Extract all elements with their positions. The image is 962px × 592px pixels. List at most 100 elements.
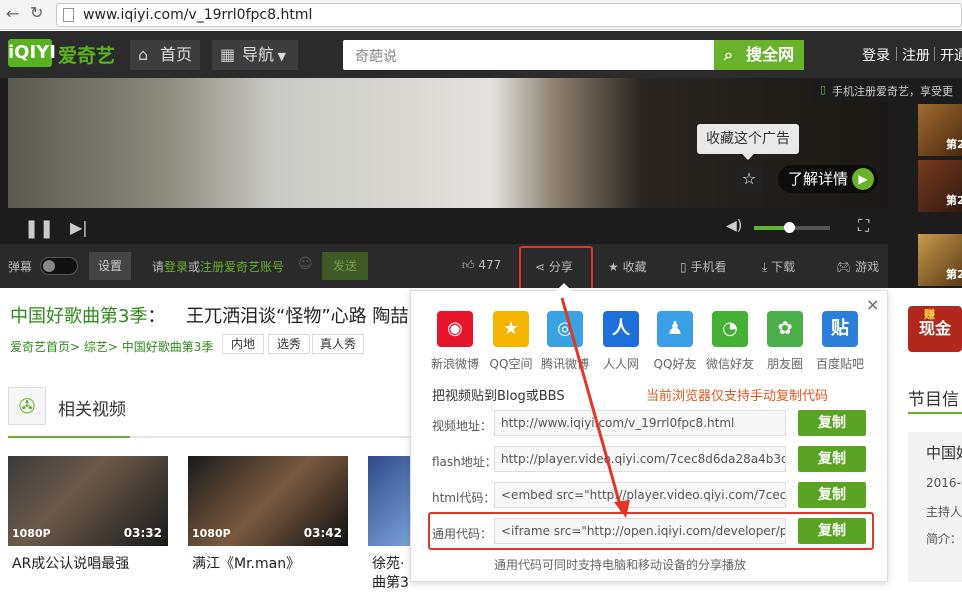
popup-pointer xyxy=(556,283,572,291)
show-title-link[interactable]: 中国好歌曲第3季： xyxy=(10,302,165,328)
learn-more-button[interactable]: 了解详情 ▶ xyxy=(778,165,878,193)
emoji-icon[interactable]: ☺ xyxy=(298,256,313,272)
tag-mainland[interactable]: 内地 xyxy=(222,334,264,354)
episode-thumb[interactable]: 第2 xyxy=(918,104,962,156)
promo-text: 手机注册爱奇艺，享受更 xyxy=(832,85,953,98)
download-label: 下载 xyxy=(771,260,796,274)
episode-thumb-label: 第2 xyxy=(946,194,962,207)
chevron-down-icon: ▼ xyxy=(274,50,286,63)
field-label-html-code: html代码： xyxy=(432,491,496,505)
share-label-renren[interactable]: 人人网 xyxy=(591,355,651,372)
danmu-settings-button[interactable]: 设置 xyxy=(89,252,131,280)
mobile-register-promo[interactable]: ▯ 手机注册爱奇艺，享受更 xyxy=(812,78,962,102)
share-label-moments[interactable]: 朋友圈 xyxy=(755,355,815,372)
url-text[interactable]: www.iqiyi.com/v_19rrl0fpc8.html xyxy=(83,7,312,23)
breadcrumb[interactable]: 爱奇艺首页> 综艺> 中国好歌曲第3季 xyxy=(10,338,213,355)
weibo-icon[interactable]: ◉ xyxy=(437,311,473,347)
nav-menu-button[interactable]: ▦ 导航 ▼ xyxy=(212,40,298,70)
fullscreen-icon[interactable]: ⛶ xyxy=(858,216,869,236)
qq-friend-icon[interactable]: ♟ xyxy=(657,311,693,347)
star-icon[interactable]: ☆ xyxy=(736,166,762,192)
flash-url-field[interactable]: http://player.video.qiyi.com/7cec8d6da28… xyxy=(494,446,786,472)
back-arrow-icon[interactable]: ← xyxy=(6,5,24,23)
next-icon[interactable]: ▶| xyxy=(70,218,88,237)
copy-video-url-button[interactable]: 复制 xyxy=(798,410,866,436)
download-icon: ⤓ xyxy=(762,260,768,274)
qzone-icon[interactable]: ★ xyxy=(493,311,529,347)
home-label: 首页 xyxy=(160,45,193,64)
like-count: 477 xyxy=(478,258,502,272)
login-link[interactable]: 登录 xyxy=(862,45,890,65)
divider xyxy=(896,47,897,61)
share-label-wechat[interactable]: 微信好友 xyxy=(700,355,760,372)
field-label-flash-url: flash地址： xyxy=(432,455,497,469)
paste-to-blog-label: 把视频贴到Blog或BBS xyxy=(432,389,565,404)
program-name[interactable]: 中国好 xyxy=(926,442,962,463)
share-label-tencent-weibo[interactable]: 腾讯微博 xyxy=(535,355,595,372)
download-button[interactable]: ⤓ 下载 xyxy=(762,258,795,275)
film-reel-icon: ✇ xyxy=(8,387,46,425)
logo-text[interactable]: 爱奇艺 xyxy=(58,41,115,68)
game-button[interactable]: 🎮︎ 游戏 xyxy=(836,258,879,275)
nav-label: 导航 xyxy=(242,45,275,64)
video-thumbnail[interactable]: 1080P 03:42 xyxy=(188,456,348,546)
share-label-tieba[interactable]: 百度贴吧 xyxy=(810,355,870,372)
danmu-toggle[interactable] xyxy=(40,257,78,275)
video-thumbnail[interactable] xyxy=(368,456,410,546)
close-icon[interactable]: × xyxy=(866,295,879,314)
send-danmu-button[interactable]: 发送 xyxy=(322,252,368,280)
show-title[interactable]: 中国好歌曲第3季 xyxy=(10,306,147,327)
mobile-label: 手机看 xyxy=(690,260,727,274)
share-label-weibo[interactable]: 新浪微博 xyxy=(425,355,485,372)
search-input[interactable]: 奇葩说 xyxy=(343,40,715,70)
video-url-field[interactable]: http://www.iqiyi.com/v_19rrl0fpc8.html xyxy=(494,410,786,436)
share-label-qq-friend[interactable]: QQ好友 xyxy=(645,355,705,372)
copy-html-code-button[interactable]: 复制 xyxy=(798,482,866,508)
cash-ad[interactable]: 现金赚 xyxy=(908,306,962,352)
prompt-login-link[interactable]: 登录 xyxy=(164,260,188,274)
video-caption[interactable]: 满江《Mr.man》 xyxy=(192,553,300,573)
pause-icon[interactable]: ❚❚ xyxy=(24,218,54,239)
tencent-weibo-icon[interactable]: ◎ xyxy=(547,311,583,347)
like-button[interactable]: 👍︎ 477 xyxy=(462,258,501,273)
episode-thumb[interactable]: 第2 xyxy=(918,160,962,212)
address-bar[interactable]: www.iqiyi.com/v_19rrl0fpc8.html xyxy=(56,3,962,27)
interaction-bar xyxy=(0,244,888,288)
universal-code-highlight-box xyxy=(428,512,874,550)
toggle-knob xyxy=(43,260,55,272)
iqiyi-logo[interactable]: iQIYI xyxy=(8,39,56,67)
tag-talent-show[interactable]: 选秀 xyxy=(268,334,310,354)
reload-icon[interactable]: ↻ xyxy=(30,4,48,22)
volume-handle[interactable] xyxy=(784,222,795,233)
search-icon: ⌕ xyxy=(724,45,733,64)
tieba-icon[interactable]: 贴 xyxy=(822,311,858,347)
page-icon xyxy=(63,8,74,22)
volume-icon[interactable]: ◀) xyxy=(726,218,742,234)
html-code-field[interactable]: <embed src="http://player.video.qiyi.com… xyxy=(494,482,786,508)
wechat-icon[interactable]: ◔ xyxy=(712,311,748,347)
episode-thumb-label: 第2 xyxy=(946,138,962,151)
video-caption-line2[interactable]: 曲第3 xyxy=(372,572,409,592)
gamepad-icon: 🎮︎ xyxy=(836,260,852,274)
video-caption[interactable]: AR成公认说唱最强 xyxy=(12,553,129,573)
login-prompt: 请登录或注册爱奇艺账号 xyxy=(152,258,284,275)
share-label-qzone[interactable]: QQ空间 xyxy=(481,355,541,372)
search-button[interactable]: ⌕ 搜全网 xyxy=(714,40,804,70)
episode-title: 王兀洒泪谈“怪物”心路 陶喆 xyxy=(186,306,409,327)
video-thumbnail[interactable]: 1080P 03:32 xyxy=(8,456,168,546)
video-caption[interactable]: 徐苑· xyxy=(372,553,404,573)
tag-reality-show[interactable]: 真人秀 xyxy=(312,334,364,354)
search-placeholder: 奇葩说 xyxy=(355,49,397,65)
home-button[interactable]: ⌂ 首页 xyxy=(130,40,200,70)
moments-icon[interactable]: ✿ xyxy=(767,311,803,347)
prompt-register-link[interactable]: 注册爱奇艺账号 xyxy=(200,260,284,274)
divider xyxy=(934,47,935,61)
open-vip-link[interactable]: 开通 xyxy=(940,45,962,65)
collect-button[interactable]: ★ 收藏 xyxy=(608,258,647,275)
mobile-watch-button[interactable]: ▯ 手机看 xyxy=(680,258,726,275)
copy-flash-url-button[interactable]: 复制 xyxy=(798,446,866,472)
register-link[interactable]: 注册 xyxy=(902,45,930,65)
program-host: 主持人 xyxy=(926,505,962,519)
renren-icon[interactable]: 人 xyxy=(603,311,639,347)
episode-thumb[interactable]: 第2 xyxy=(918,234,962,286)
